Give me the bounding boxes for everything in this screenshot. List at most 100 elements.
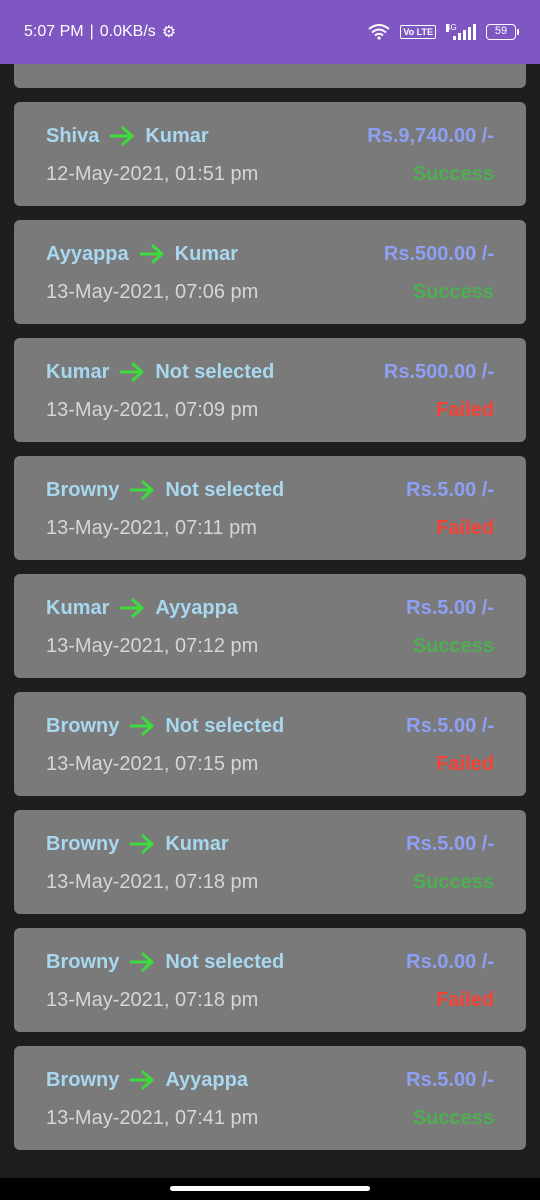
- sender-name: Browny: [46, 950, 120, 973]
- gear-icon: ⚙: [161, 24, 177, 41]
- transaction-status: Success: [412, 634, 494, 657]
- transaction-card[interactable]: Kumar Ayyappa Rs.5.00 /- 13-May-2021, 07…: [14, 574, 526, 678]
- transaction-header: Browny Not selected Rs.5.00 /-: [46, 712, 494, 740]
- transaction-footer: 13-May-2021, 07:09 pm Failed: [46, 396, 494, 424]
- transaction-parties: Browny Not selected: [46, 951, 284, 974]
- transaction-footer: 12-May-2021, 01:51 pm Success: [46, 160, 494, 188]
- sender-name: Kumar: [46, 596, 110, 619]
- wifi-icon: [368, 24, 390, 40]
- transaction-card[interactable]: Shiva Kumar Rs.9,740.00 /- 12-May-2021, …: [14, 102, 526, 206]
- receiver-name: Not selected: [165, 950, 285, 973]
- arrow-right-icon: [129, 834, 154, 854]
- transaction-parties: Browny Ayyappa: [46, 1069, 248, 1092]
- transaction-parties: Kumar Not selected: [46, 361, 274, 384]
- transaction-parties: Ayyappa Kumar: [46, 243, 238, 266]
- arrow-right-icon: [129, 716, 154, 736]
- transaction-header: Ayyappa Kumar Rs.500.00 /-: [46, 240, 494, 268]
- transaction-amount: Rs.5.00 /-: [406, 714, 494, 737]
- transaction-header: Browny Not selected Rs.5.00 /-: [46, 476, 494, 504]
- transaction-status: Failed: [436, 988, 494, 1011]
- transaction-datetime: 13-May-2021, 07:09 pm: [46, 398, 259, 421]
- transaction-status: Failed: [436, 752, 494, 775]
- arrow-right-icon: [129, 1070, 154, 1090]
- sender-name: Ayyappa: [46, 242, 129, 265]
- transaction-footer: 13-May-2021, 07:06 pm Success: [46, 278, 494, 306]
- transaction-header: Browny Kumar Rs.5.00 /-: [46, 830, 494, 858]
- transaction-parties: Browny Not selected: [46, 715, 284, 738]
- transaction-footer: 13-May-2021, 07:11 pm Failed: [46, 514, 494, 542]
- transaction-amount: Rs.5.00 /-: [406, 478, 494, 501]
- transaction-card[interactable]: Browny Not selected Rs.5.00 /- 13-May-20…: [14, 692, 526, 796]
- transaction-status: Success: [412, 280, 494, 303]
- transaction-cards: Shiva Kumar Rs.9,740.00 /- 12-May-2021, …: [14, 102, 526, 1150]
- transaction-status: Success: [412, 1106, 494, 1129]
- receiver-name: Kumar: [145, 124, 209, 147]
- transaction-header: Browny Ayyappa Rs.5.00 /-: [46, 1066, 494, 1094]
- sender-name: Shiva: [46, 124, 100, 147]
- transaction-amount: Rs.500.00 /-: [383, 360, 494, 383]
- receiver-name: Ayyappa: [165, 1068, 248, 1091]
- status-left: 5:07 PM | 0.0KB/s ⚙: [24, 22, 176, 42]
- transaction-datetime: 12-May-2021, 01:51 pm: [46, 162, 259, 185]
- transaction-card[interactable]: Browny Not selected Rs.5.00 /- 13-May-20…: [14, 456, 526, 560]
- transaction-footer: 13-May-2021, 07:41 pm Success: [46, 1104, 494, 1132]
- receiver-name: Ayyappa: [155, 596, 238, 619]
- transaction-card[interactable]: Kumar Not selected Rs.500.00 /- 13-May-2…: [14, 338, 526, 442]
- transaction-card[interactable]: Browny Ayyappa Rs.5.00 /- 13-May-2021, 0…: [14, 1046, 526, 1150]
- sender-name: Browny: [46, 1068, 120, 1091]
- transaction-card[interactable]: Ayyappa Kumar Rs.500.00 /- 13-May-2021, …: [14, 220, 526, 324]
- transaction-header: Shiva Kumar Rs.9,740.00 /-: [46, 122, 494, 150]
- status-bar: 5:07 PM | 0.0KB/s ⚙ Vo LTE 4G 59: [0, 0, 540, 64]
- transaction-datetime: 13-May-2021, 07:15 pm: [46, 752, 259, 775]
- arrow-right-icon: [119, 598, 144, 618]
- transaction-footer: 13-May-2021, 07:18 pm Failed: [46, 986, 494, 1014]
- status-right: Vo LTE 4G 59: [368, 24, 519, 40]
- sender-name: Browny: [46, 478, 120, 501]
- battery-icon: 59: [486, 24, 519, 40]
- transaction-card-partial[interactable]: [14, 64, 526, 88]
- transaction-status: Success: [412, 162, 494, 185]
- transaction-status: Success: [412, 870, 494, 893]
- transaction-footer: 13-May-2021, 07:15 pm Failed: [46, 750, 494, 778]
- transaction-list[interactable]: Shiva Kumar Rs.9,740.00 /- 12-May-2021, …: [14, 64, 526, 1164]
- arrow-right-icon: [119, 362, 144, 382]
- arrow-right-icon: [109, 126, 134, 146]
- arrow-right-icon: [129, 480, 154, 500]
- receiver-name: Not selected: [165, 478, 285, 501]
- transaction-footer: 13-May-2021, 07:18 pm Success: [46, 868, 494, 896]
- transaction-amount: Rs.5.00 /-: [406, 1068, 494, 1091]
- transaction-datetime: 13-May-2021, 07:41 pm: [46, 1106, 259, 1129]
- transaction-amount: Rs.5.00 /-: [406, 596, 494, 619]
- transaction-header: Kumar Ayyappa Rs.5.00 /-: [46, 594, 494, 622]
- transaction-status: Failed: [436, 516, 494, 539]
- receiver-name: Not selected: [155, 360, 275, 383]
- transaction-footer: 13-May-2021, 07:12 pm Success: [46, 632, 494, 660]
- transaction-amount: Rs.9,740.00 /-: [367, 124, 494, 147]
- transaction-header: Browny Not selected Rs.0.00 /-: [46, 948, 494, 976]
- arrow-right-icon: [129, 952, 154, 972]
- network-speed: 0.0KB/s: [99, 23, 156, 40]
- network-type: 4G: [446, 23, 457, 32]
- transaction-datetime: 13-May-2021, 07:18 pm: [46, 988, 259, 1011]
- transaction-parties: Shiva Kumar: [46, 125, 209, 148]
- transaction-datetime: 13-May-2021, 07:18 pm: [46, 870, 259, 893]
- home-gesture-handle[interactable]: [170, 1186, 370, 1191]
- separator: |: [89, 23, 94, 40]
- volte-badge: Vo LTE: [400, 25, 436, 39]
- transaction-parties: Kumar Ayyappa: [46, 597, 238, 620]
- transaction-card[interactable]: Browny Kumar Rs.5.00 /- 13-May-2021, 07:…: [14, 810, 526, 914]
- transaction-parties: Browny Kumar: [46, 833, 229, 856]
- transaction-header: Kumar Not selected Rs.500.00 /-: [46, 358, 494, 386]
- transaction-datetime: 13-May-2021, 07:11 pm: [46, 516, 257, 539]
- arrow-right-icon: [139, 244, 164, 264]
- sender-name: Kumar: [46, 360, 110, 383]
- sender-name: Browny: [46, 714, 120, 737]
- transaction-amount: Rs.500.00 /-: [383, 242, 494, 265]
- receiver-name: Kumar: [174, 242, 238, 265]
- sender-name: Browny: [46, 832, 120, 855]
- receiver-name: Kumar: [165, 832, 229, 855]
- transaction-datetime: 13-May-2021, 07:06 pm: [46, 280, 259, 303]
- signal-icon: 4G: [446, 24, 476, 40]
- transaction-amount: Rs.0.00 /-: [406, 950, 494, 973]
- transaction-card[interactable]: Browny Not selected Rs.0.00 /- 13-May-20…: [14, 928, 526, 1032]
